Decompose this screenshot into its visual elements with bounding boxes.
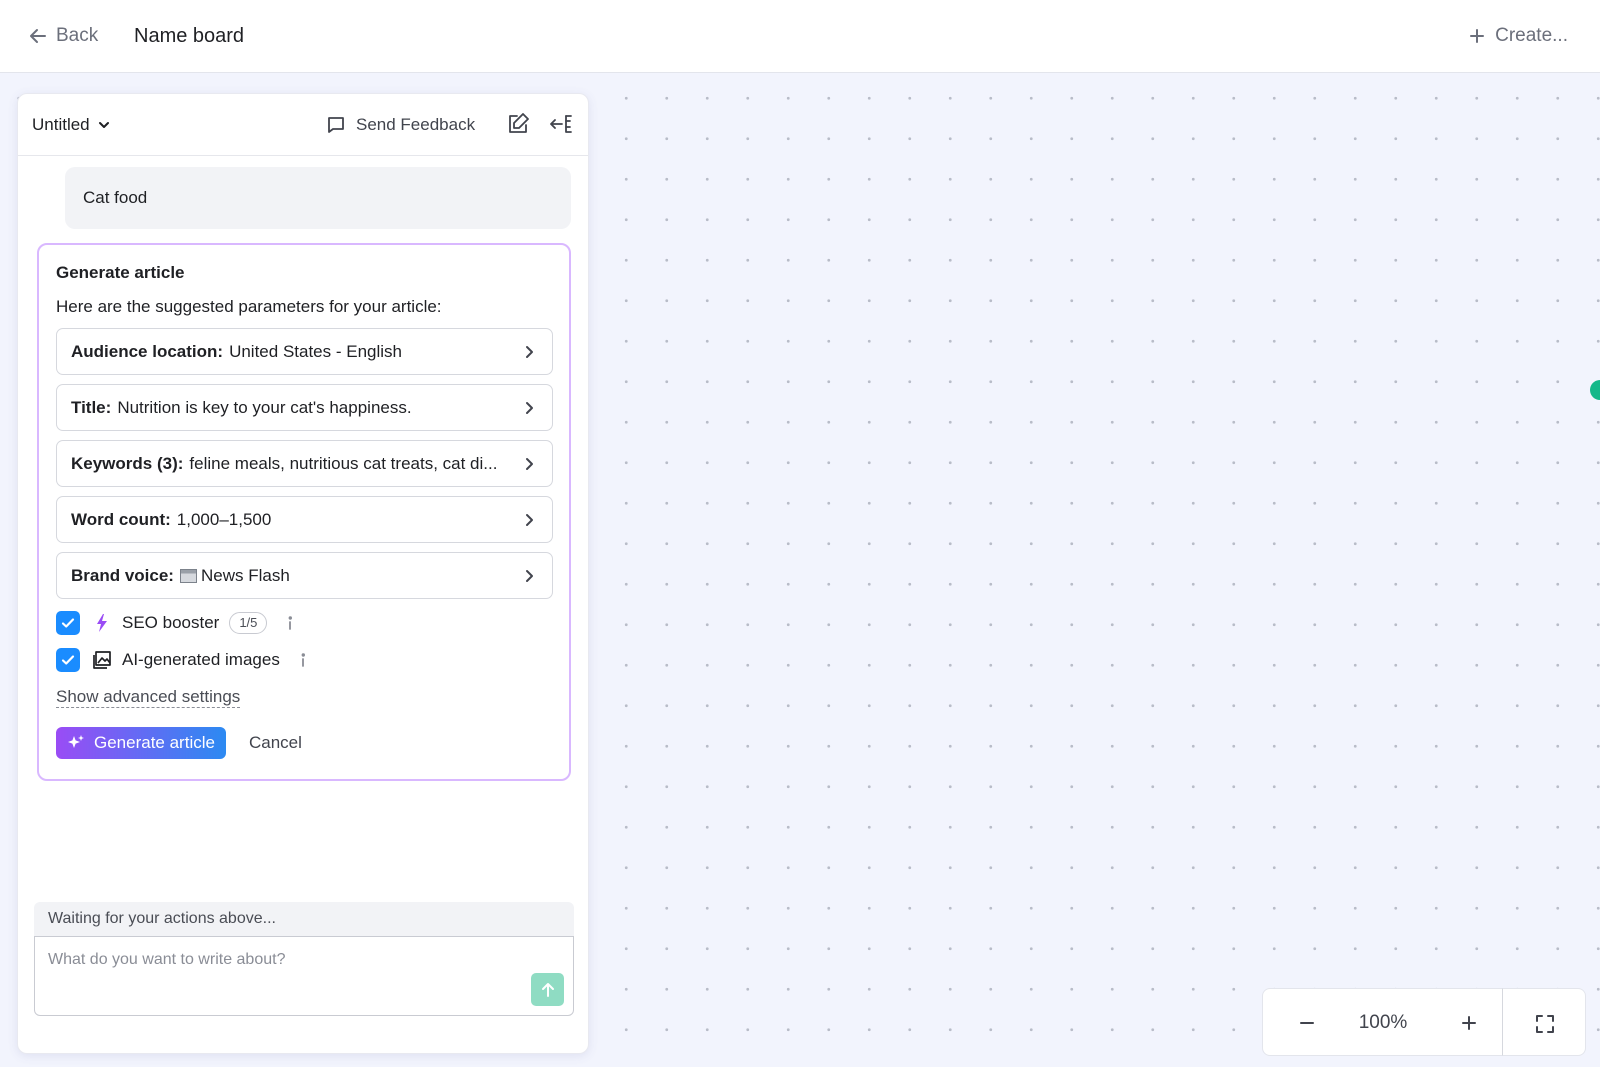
chevron-right-icon xyxy=(526,346,533,358)
info-icon[interactable] xyxy=(281,614,299,632)
seo-booster-label: SEO booster xyxy=(122,613,220,632)
document-select[interactable]: Untitled xyxy=(32,112,112,138)
chevron-down-icon xyxy=(98,122,109,128)
param-word-count[interactable]: Word count: 1,000–1,500 xyxy=(56,496,553,543)
create-label: Create... xyxy=(1495,25,1568,46)
assistant-panel: Untitled Send Feedback Cat food Generate… xyxy=(17,93,589,1054)
check-icon xyxy=(61,655,75,665)
plus-icon xyxy=(1470,29,1485,43)
newspaper-icon xyxy=(179,568,197,583)
arrow-up-icon xyxy=(541,982,554,997)
zoom-controls: 100% xyxy=(1262,988,1503,1056)
fullscreen-icon[interactable] xyxy=(1534,1013,1556,1035)
new-document-button[interactable] xyxy=(505,111,533,139)
prompt-input[interactable] xyxy=(48,945,508,975)
param-audience-location[interactable]: Audience location: United States - Engli… xyxy=(56,328,553,375)
param-key: Word count: xyxy=(71,509,171,529)
param-key: Keywords (3): xyxy=(71,453,184,473)
lightning-icon xyxy=(97,614,107,632)
param-brand-voice[interactable]: Brand voice: News Flash xyxy=(56,552,553,599)
generate-article-card: Generate article Here are the suggested … xyxy=(37,243,571,781)
cancel-button[interactable]: Cancel xyxy=(249,727,302,759)
user-message: Cat food xyxy=(65,167,571,229)
prompt-box xyxy=(34,936,574,1016)
fullscreen-control xyxy=(1502,988,1586,1056)
send-feedback-label: Send Feedback xyxy=(356,115,476,134)
panel-header: Untitled Send Feedback xyxy=(18,94,588,156)
check-icon xyxy=(61,618,75,628)
info-icon[interactable] xyxy=(294,651,312,669)
back-button[interactable]: Back xyxy=(28,22,98,50)
arrow-left-icon xyxy=(30,29,46,43)
collapse-left-icon xyxy=(550,115,572,133)
canvas-node-handle[interactable] xyxy=(1590,380,1600,400)
param-value: feline meals, nutritious cat treats, cat… xyxy=(189,453,498,473)
top-bar: Back Name board Create... xyxy=(0,0,1600,73)
ai-images-label: AI-generated images xyxy=(122,650,280,669)
document-title: Untitled xyxy=(32,115,90,134)
chevron-right-icon xyxy=(526,458,533,470)
generate-card-title: Generate article xyxy=(56,263,185,282)
generate-article-label: Generate article xyxy=(94,733,215,752)
sparkle-icon xyxy=(68,735,84,748)
send-feedback-button[interactable]: Send Feedback xyxy=(326,111,475,139)
param-key: Brand voice: xyxy=(71,565,174,585)
generate-article-button[interactable]: Generate article xyxy=(56,727,226,759)
option-ai-images: AI-generated images xyxy=(56,647,312,673)
param-key: Title: xyxy=(71,397,112,417)
zoom-out-icon[interactable] xyxy=(1297,1013,1317,1033)
seo-booster-badge: 1/5 xyxy=(229,612,268,634)
image-gallery-icon xyxy=(93,651,111,669)
show-advanced-settings-link[interactable]: Show advanced settings xyxy=(56,687,241,708)
speech-bubble-icon xyxy=(328,117,344,133)
send-button[interactable] xyxy=(531,973,564,1006)
param-value: News Flash xyxy=(200,565,290,585)
seo-booster-checkbox[interactable] xyxy=(56,611,80,635)
param-key: Audience location: xyxy=(71,341,224,361)
collapse-panel-button[interactable] xyxy=(548,111,576,139)
board-name[interactable]: Name board xyxy=(134,22,244,50)
option-seo-booster: SEO booster 1/5 xyxy=(56,610,299,636)
ai-images-checkbox[interactable] xyxy=(56,648,80,672)
back-label: Back xyxy=(56,25,99,46)
generate-card-subtitle: Here are the suggested parameters for yo… xyxy=(56,297,442,316)
zoom-level[interactable]: 100% xyxy=(1343,1009,1423,1037)
param-keywords[interactable]: Keywords (3): feline meals, nutritious c… xyxy=(56,440,553,487)
create-button[interactable]: Create... xyxy=(1469,22,1568,50)
chevron-right-icon xyxy=(526,402,533,414)
chevron-right-icon xyxy=(526,570,533,582)
edit-icon xyxy=(509,113,529,133)
param-title[interactable]: Title: Nutrition is key to your cat's ha… xyxy=(56,384,553,431)
status-message: Waiting for your actions above... xyxy=(34,902,574,936)
param-value: 1,000–1,500 xyxy=(176,509,272,529)
param-value: Nutrition is key to your cat's happiness… xyxy=(117,397,412,417)
param-value: United States - English xyxy=(229,341,402,361)
zoom-in-icon[interactable] xyxy=(1459,1013,1479,1033)
chevron-right-icon xyxy=(526,514,533,526)
